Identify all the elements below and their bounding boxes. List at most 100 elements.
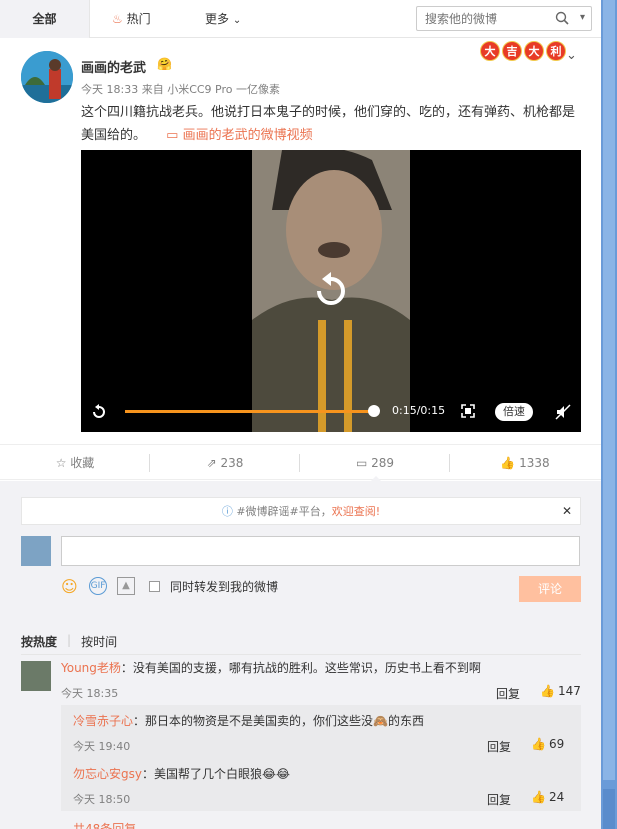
lucky-char: 大 xyxy=(480,41,500,61)
author-name[interactable]: 画画的老武 xyxy=(81,57,146,76)
flame-icon: ♨ xyxy=(112,12,123,26)
weibo-card: 全部 ♨ 热门 更多 ⌄ ▾ 画画的老武 🤗 今天 18:33 来自 小米CC9… xyxy=(0,0,601,829)
emoji-icon[interactable]: ☺ xyxy=(61,577,79,596)
post-body: 这个四川籍抗战老兵。他说打日本鬼子的时候，他们穿的、吃的，还有弹药、机枪都是美国… xyxy=(81,105,576,143)
comment-icon: ▭ xyxy=(355,456,368,470)
video-player[interactable]: 0:15/0:15 倍速 xyxy=(81,150,581,432)
comment-text: Young老杨：没有美国的支援，哪有抗战的胜利。这些常识，历史书上看不到啊 xyxy=(61,660,581,676)
post-menu-chevron-icon[interactable]: ⌄ xyxy=(566,48,577,63)
sub-like-button[interactable]: 👍 24 xyxy=(531,790,564,804)
repost-icon: ⇗ xyxy=(206,456,217,470)
tab-all[interactable]: 全部 xyxy=(0,0,90,38)
comment-count: 289 xyxy=(371,456,395,470)
reply-button[interactable]: 回复 xyxy=(496,685,520,702)
thumbs-up-icon: 👍 xyxy=(540,684,555,698)
comment-button[interactable]: ▭ 289 xyxy=(300,445,450,482)
commenter-name[interactable]: Young老杨 xyxy=(61,661,121,675)
lucky-char: 利 xyxy=(546,41,566,61)
sort-divider: | xyxy=(67,633,72,647)
forward-label: 同时转发到我的微博 xyxy=(170,579,279,594)
image-icon[interactable]: ▲ xyxy=(117,577,135,595)
comment-like-count: 147 xyxy=(557,684,581,698)
video-time: 0:15/0:15 xyxy=(392,404,446,417)
comment-area: ⓘ #微博辟谣#平台，欢迎查阅! ✕ ☺ GIF ▲ 同时转发到我的微博 评论 … xyxy=(0,481,601,829)
fullscreen-icon[interactable] xyxy=(461,404,475,418)
notice-link[interactable]: 欢迎查阅! xyxy=(332,505,380,518)
comment-body: ：没有美国的支援，哪有抗战的胜利。这些常识，历史书上看不到啊 xyxy=(120,661,481,675)
speed-button[interactable]: 倍速 xyxy=(495,403,533,421)
sub-comment-time: 今天 18:50 xyxy=(73,793,131,806)
vip-badge-icon[interactable]: 🤗 xyxy=(157,57,172,71)
forward-checkbox[interactable] xyxy=(149,580,160,592)
favorite-button[interactable]: ☆ 收藏 xyxy=(0,445,150,481)
sub-comment-time: 今天 19:40 xyxy=(73,740,131,753)
composer-tools: ☺ GIF ▲ 同时转发到我的微博 xyxy=(61,575,278,597)
thumbs-up-icon: 👍 xyxy=(500,456,516,470)
sub-comment-text: 勿忘心安gsy：美国帮了几个白眼狼😂😂 xyxy=(73,766,593,782)
info-icon: ⓘ xyxy=(221,505,233,518)
search-icon[interactable] xyxy=(555,11,569,25)
replay-small-icon[interactable] xyxy=(91,404,107,420)
comment-time: 今天 18:35 xyxy=(61,687,119,700)
action-bar: ☆ 收藏 ⇗ 238 ▭ 289 👍 1338 xyxy=(0,444,601,482)
search-input[interactable] xyxy=(425,7,565,30)
search-dropdown-icon[interactable]: ▾ xyxy=(580,12,585,23)
lucky-char: 吉 xyxy=(502,41,522,61)
commenter-avatar[interactable] xyxy=(21,661,51,691)
thumbs-up-icon: 👍 xyxy=(531,737,546,751)
tab-bar: 全部 ♨ 热门 更多 ⌄ ▾ xyxy=(0,0,601,38)
sub-comment-item: 勿忘心安gsy：美国帮了几个白眼狼😂😂 今天 18:50 回复 👍 24 xyxy=(61,758,581,811)
author-avatar[interactable] xyxy=(21,51,73,103)
sort-time[interactable]: 按时间 xyxy=(81,633,117,650)
lucky-badge[interactable]: 大 吉 大 利 xyxy=(480,41,566,61)
comment-like-button[interactable]: 👍 147 xyxy=(540,684,581,698)
favorite-label: 收藏 xyxy=(70,456,95,470)
sub-commenter-name[interactable]: 冷雪赤子心 xyxy=(73,714,133,728)
replay-icon[interactable] xyxy=(311,271,351,311)
sub-comment-body: ：那日本的物资是不是美国卖的，你们这些没🙈的东西 xyxy=(133,714,424,728)
sort-bar: 按热度 | 按时间 xyxy=(21,633,117,650)
scrollbar[interactable] xyxy=(601,0,617,829)
more-replies-link[interactable]: 共48条回复 xyxy=(73,820,136,829)
rumor-notice: ⓘ #微博辟谣#平台，欢迎查阅! ✕ xyxy=(21,497,581,525)
scrollbar-arrow[interactable] xyxy=(603,789,615,829)
sub-reply-button[interactable]: 回复 xyxy=(487,738,511,755)
search-box: ▾ xyxy=(416,6,592,31)
progress-bar[interactable] xyxy=(125,410,373,413)
tab-more-label: 更多 xyxy=(205,12,230,26)
tab-hot-label: 热门 xyxy=(126,12,151,26)
progress-knob[interactable] xyxy=(368,405,380,417)
sort-hot[interactable]: 按热度 xyxy=(21,633,57,650)
author-avatar-image xyxy=(21,51,73,103)
notice-prefix[interactable]: #微博辟谣#平台， xyxy=(236,505,331,518)
sub-like-button[interactable]: 👍 69 xyxy=(531,737,564,751)
tab-hot[interactable]: ♨ 热门 xyxy=(112,0,151,38)
divider xyxy=(21,654,581,655)
gif-icon[interactable]: GIF xyxy=(89,577,107,595)
sub-comment-body: ：美国帮了几个白眼狼😂😂 xyxy=(141,767,291,781)
sub-like-count: 69 xyxy=(548,737,565,751)
post-meta: 今天 18:33 来自 小米CC9 Pro 一亿像素 xyxy=(81,83,280,96)
tab-more[interactable]: 更多 ⌄ xyxy=(205,0,241,38)
repost-button[interactable]: ⇗ 238 xyxy=(150,445,300,481)
video-controls: 0:15/0:15 倍速 xyxy=(81,392,581,432)
like-button[interactable]: 👍 1338 xyxy=(450,445,600,481)
repost-count: 238 xyxy=(220,456,244,470)
like-count: 1338 xyxy=(519,456,550,470)
my-avatar[interactable] xyxy=(21,536,51,566)
scrollbar-thumb[interactable] xyxy=(603,0,615,780)
video-link-label: 画画的老武的微博视频 xyxy=(182,128,313,143)
chevron-down-icon: ⌄ xyxy=(232,15,242,26)
close-icon[interactable]: ✕ xyxy=(562,498,572,525)
thumbs-up-icon: 👍 xyxy=(531,790,546,804)
sub-commenter-name[interactable]: 勿忘心安gsy xyxy=(73,767,142,781)
submit-comment-button[interactable]: 评论 xyxy=(519,576,581,602)
star-icon: ☆ xyxy=(55,456,67,470)
lucky-char: 大 xyxy=(524,41,544,61)
comment-input[interactable] xyxy=(61,536,580,566)
sub-comment-text: 冷雪赤子心：那日本的物资是不是美国卖的，你们这些没🙈的东西 xyxy=(73,713,593,729)
post-text: 这个四川籍抗战老兵。他说打日本鬼子的时候，他们穿的、吃的，还有弹药、机枪都是美国… xyxy=(81,101,581,147)
mute-icon[interactable] xyxy=(555,404,571,420)
sub-reply-button[interactable]: 回复 xyxy=(487,791,511,808)
video-link[interactable]: ▭ 画画的老武的微博视频 xyxy=(166,128,312,143)
